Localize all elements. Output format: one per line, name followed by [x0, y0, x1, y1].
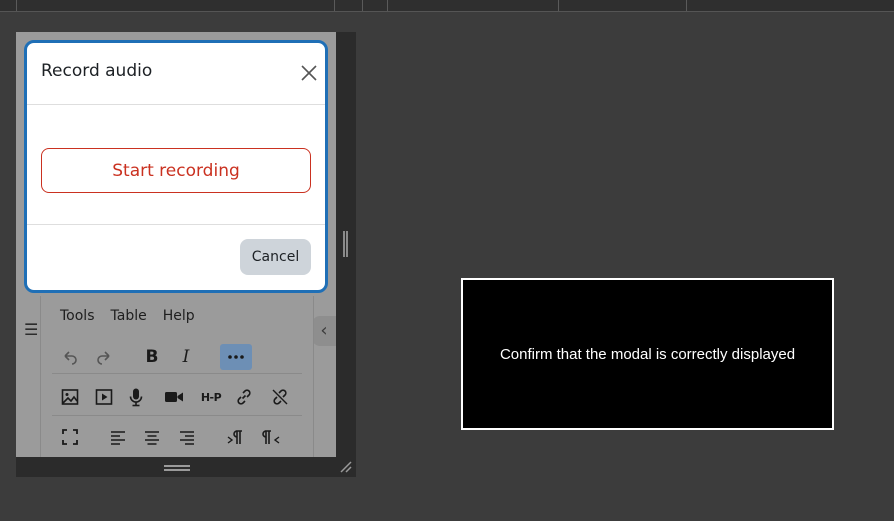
instruction-notice: Confirm that the modal is correctly disp… — [461, 278, 834, 430]
video-camera-icon[interactable] — [160, 384, 188, 410]
statusbar-grip[interactable] — [164, 465, 190, 471]
microphone-icon[interactable] — [122, 384, 150, 410]
record-audio-modal: Record audio Start recording Cancel — [24, 40, 328, 293]
editor-menubar: Tools Table Help — [60, 308, 195, 324]
italic-icon[interactable]: I — [172, 344, 200, 370]
h5p-icon[interactable]: H-P — [195, 384, 227, 410]
modal-header: Record audio — [27, 43, 325, 105]
media-icon[interactable] — [90, 384, 118, 410]
align-left-icon[interactable] — [104, 424, 132, 450]
top-bar-divider — [387, 0, 388, 11]
top-bar-divider — [16, 0, 17, 11]
image-icon[interactable] — [56, 384, 84, 410]
redo-icon[interactable] — [90, 344, 118, 370]
modal-body: Start recording — [27, 105, 325, 225]
splitter-handle[interactable] — [343, 231, 348, 257]
fullscreen-icon[interactable] — [56, 424, 84, 450]
close-icon[interactable] — [299, 63, 319, 83]
cancel-button[interactable]: Cancel — [240, 239, 311, 275]
undo-icon[interactable] — [56, 344, 84, 370]
toolbar-row: H-P — [52, 379, 302, 416]
toolbar-row: B I — [52, 341, 302, 374]
toolbar-row — [52, 421, 302, 453]
chevron-left-icon[interactable]: ‹ — [312, 316, 336, 346]
top-bar-divider — [362, 0, 363, 11]
rtl-icon[interactable] — [257, 424, 285, 450]
start-recording-button[interactable]: Start recording — [41, 148, 311, 193]
list-icon[interactable]: ☰ — [24, 320, 38, 339]
top-bar-divider — [686, 0, 687, 11]
unlink-icon[interactable] — [266, 384, 294, 410]
instruction-text: Confirm that the modal is correctly disp… — [499, 345, 796, 363]
more-icon[interactable] — [220, 344, 252, 370]
menu-table[interactable]: Table — [111, 308, 147, 324]
bold-icon[interactable]: B — [138, 344, 166, 370]
menu-help[interactable]: Help — [163, 308, 195, 324]
modal-title: Record audio — [41, 61, 153, 81]
menu-tools[interactable]: Tools — [60, 308, 95, 324]
align-center-icon[interactable] — [138, 424, 166, 450]
link-icon[interactable] — [230, 384, 258, 410]
align-right-icon[interactable] — [173, 424, 201, 450]
resize-handle-icon[interactable] — [340, 461, 352, 473]
top-bar-divider — [558, 0, 559, 11]
top-bar-divider — [334, 0, 335, 11]
ltr-icon[interactable] — [222, 424, 250, 450]
top-bar — [0, 0, 894, 12]
